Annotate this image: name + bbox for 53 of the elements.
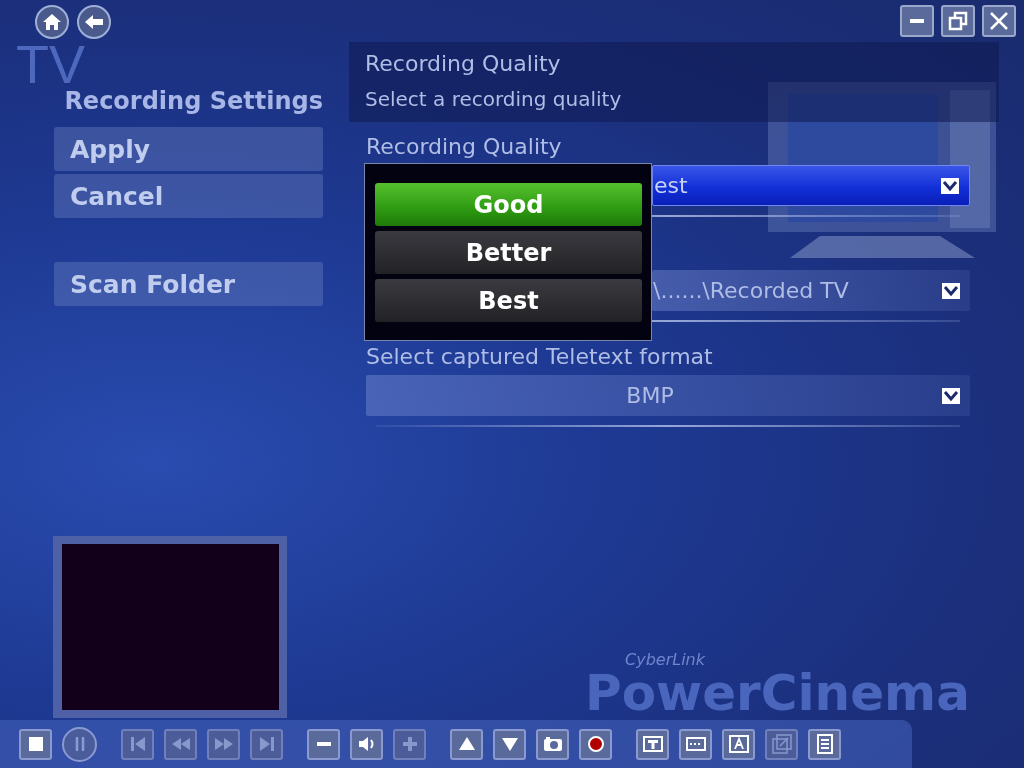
pause-button[interactable] (62, 726, 97, 762)
back-arrow-icon (84, 14, 104, 30)
restore-button[interactable] (941, 5, 975, 37)
setting-label: Select captured Teletext format (366, 343, 714, 371)
dropdown-value: \......\Recorded TV (652, 278, 850, 303)
snapshot-button[interactable] (536, 728, 569, 760)
header-subtitle: Select a recording quality (365, 86, 623, 113)
close-icon (989, 11, 1009, 31)
home-icon (42, 12, 62, 32)
camera-icon (542, 734, 563, 754)
restore-icon (948, 11, 968, 31)
chevron-down-icon (942, 387, 960, 404)
setting-label: Recording Quality (366, 133, 563, 161)
dropdown-field[interactable]: est (652, 165, 970, 206)
dropdown-value: est (653, 173, 689, 198)
minimize-button[interactable] (900, 5, 934, 37)
list-icon (814, 734, 835, 754)
stop-button[interactable] (19, 728, 52, 760)
sidebar-button[interactable]: Cancel (54, 174, 323, 218)
caption-icon (728, 734, 749, 754)
dropdown-field[interactable]: \......\Recorded TV (652, 270, 970, 311)
volume-down-button[interactable] (307, 728, 340, 760)
minus-icon (316, 742, 331, 746)
menu-option[interactable]: Best (375, 279, 642, 322)
menu-option[interactable]: Better (375, 231, 642, 274)
volume-button[interactable] (350, 728, 383, 760)
record-button[interactable] (579, 728, 612, 760)
sidebar-button[interactable]: Apply (54, 127, 323, 171)
dropdown-value: BMP (625, 383, 675, 408)
channel-up-button[interactable] (450, 728, 483, 760)
teletext-button[interactable] (636, 728, 669, 760)
sidebar-button[interactable]: Scan Folder (54, 262, 323, 306)
menu-option[interactable]: Good (375, 183, 642, 226)
subtitle-icon (685, 734, 706, 754)
brand-small-text: CyberLink (625, 652, 706, 668)
brand-logo-text: PowerCinema (585, 668, 970, 718)
close-button[interactable] (982, 5, 1016, 37)
background-title: TV (16, 42, 85, 87)
back-button[interactable] (77, 5, 111, 39)
chevron-down-icon (942, 282, 960, 299)
record-icon (585, 734, 606, 754)
teletext-icon (642, 734, 663, 754)
section-title: Recording Settings (63, 87, 323, 115)
channel-down-button[interactable] (493, 728, 526, 760)
minimize-icon (910, 19, 924, 23)
home-button[interactable] (35, 5, 69, 39)
chevron-down-icon (941, 177, 959, 194)
zoom-icon (771, 734, 792, 754)
dropdown-field[interactable]: BMP (366, 375, 970, 416)
caption-button[interactable] (722, 728, 755, 760)
subtitle-button[interactable] (679, 728, 712, 760)
header-title: Recording Quality (365, 50, 562, 78)
list-button[interactable] (808, 728, 841, 760)
